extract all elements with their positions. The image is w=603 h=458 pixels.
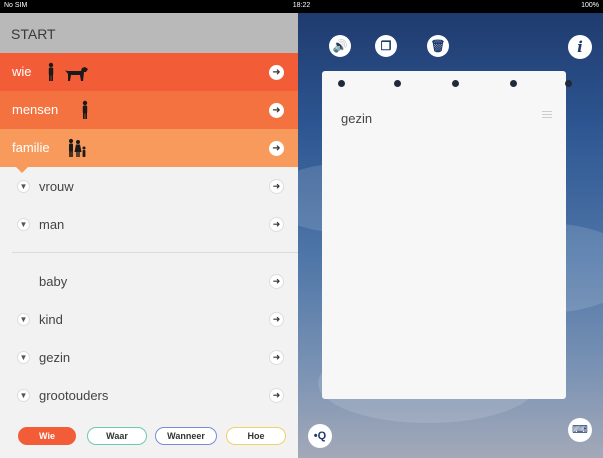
binder-hole [510, 80, 517, 87]
chevron-down-icon[interactable]: ▼ [17, 389, 30, 402]
trash-icon[interactable]: 🗑 [427, 35, 449, 57]
list-item-label: gezin [39, 350, 71, 365]
breadcrumb-label: mensen [12, 102, 59, 117]
list-item-man[interactable]: ▼ man ➜ [0, 205, 298, 243]
list-item-label: vrouw [39, 179, 74, 194]
chevron-down-icon[interactable]: ▼ [17, 351, 30, 364]
binder-hole [394, 80, 401, 87]
question-wie-button[interactable]: Wie [18, 427, 76, 445]
question-wanneer-button[interactable]: Wanneer [155, 427, 217, 445]
info-icon[interactable]: i [568, 35, 592, 59]
breadcrumb-wie[interactable]: wie ➜ [0, 53, 298, 97]
go-arrow-icon[interactable]: ➜ [269, 65, 284, 80]
list-item-label: kind [39, 312, 63, 327]
go-arrow-icon[interactable]: ➜ [269, 141, 284, 156]
start-label: START [11, 26, 56, 42]
person-icon [82, 100, 88, 119]
list-item-kind[interactable]: ▼ kind ➜ [0, 300, 298, 338]
question-bar: Wie Waar Wanneer Hoe [0, 421, 298, 458]
list-item-grootouders[interactable]: ▼ grootouders ➜ [0, 376, 298, 414]
breadcrumb-label: wie [12, 64, 32, 79]
list-divider [12, 252, 298, 253]
chevron-down-icon[interactable]: ▼ [17, 313, 30, 326]
battery-text: 100% [581, 2, 599, 9]
go-arrow-icon[interactable]: ➜ [269, 217, 284, 232]
question-hoe-button[interactable]: Hoe [226, 427, 286, 445]
sentence-card[interactable]: gezin [322, 71, 572, 399]
binder-hole [338, 80, 345, 87]
list-item-label: man [39, 217, 65, 232]
binder-hole [452, 80, 459, 87]
drag-handle-icon[interactable] [542, 111, 552, 120]
status-bar: No SIM 18:22 100% [0, 0, 603, 13]
keyboard-icon[interactable]: ⌨ [568, 418, 592, 442]
go-arrow-icon[interactable]: ➜ [269, 103, 284, 118]
list-item-label: baby [39, 274, 68, 289]
family-icon [68, 138, 86, 157]
clock-text: 18:22 [292, 2, 311, 9]
chevron-down-icon[interactable]: ▼ [17, 180, 30, 193]
copy-icon[interactable]: ❐ [375, 35, 397, 57]
person-dog-icon [48, 62, 88, 81]
speaker-icon[interactable]: 🔊 [329, 35, 351, 57]
go-arrow-icon[interactable]: ➜ [269, 312, 284, 327]
binder-hole [565, 80, 572, 87]
go-arrow-icon[interactable]: ➜ [269, 179, 284, 194]
list-item-label: grootouders [39, 388, 109, 403]
category-panel: START wie ➜ mensen ➜ familie ➜ ▼ vrouw ➜… [0, 13, 298, 458]
sentence-panel: 🔊 ❐ 🗑 i gezin •Q ⌨ [298, 13, 603, 458]
search-icon[interactable]: •Q [308, 424, 332, 448]
list-item-gezin[interactable]: ▼ gezin ➜ [0, 338, 298, 376]
start-button[interactable]: START [0, 13, 298, 53]
breadcrumb-label: familie [12, 140, 50, 155]
list-item-baby[interactable]: baby ➜ [0, 262, 298, 300]
breadcrumb-mensen[interactable]: mensen ➜ [0, 91, 298, 135]
chevron-down-icon[interactable]: ▼ [17, 218, 30, 231]
list-item-vrouw[interactable]: ▼ vrouw ➜ [0, 167, 298, 205]
sentence-word[interactable]: gezin [341, 111, 372, 126]
breadcrumb-familie[interactable]: familie ➜ [0, 129, 298, 173]
question-waar-button[interactable]: Waar [87, 427, 147, 445]
go-arrow-icon[interactable]: ➜ [269, 388, 284, 403]
go-arrow-icon[interactable]: ➜ [269, 350, 284, 365]
go-arrow-icon[interactable]: ➜ [269, 274, 284, 289]
